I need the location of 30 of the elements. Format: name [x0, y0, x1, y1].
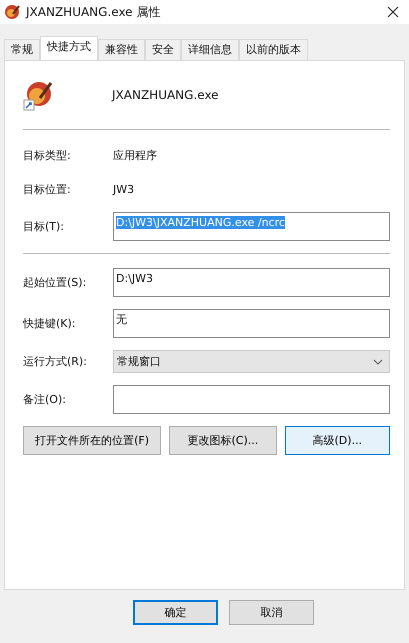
file-name: JXANZHUANG.exe: [112, 88, 219, 102]
action-button[interactable]: 打开文件所在的位置(F): [23, 426, 162, 455]
field-value: 应用程序: [113, 148, 157, 162]
input-field[interactable]: 无: [113, 309, 390, 338]
field-label: 目标类型:: [23, 148, 72, 162]
app-icon: [4, 4, 20, 20]
action-button[interactable]: 更改图标(C)...: [169, 426, 277, 455]
field-value: JW3: [113, 182, 134, 196]
chevron-icon: [373, 358, 383, 364]
tab[interactable]: 常规: [4, 39, 40, 60]
input-field[interactable]: D:\JW3: [113, 268, 390, 297]
dialog-button[interactable]: 确定: [133, 600, 218, 625]
input-field[interactable]: [113, 385, 390, 414]
tab[interactable]: 详细信息: [181, 39, 239, 60]
field-label: 快捷键(K):: [23, 316, 77, 331]
close-icon[interactable]: [387, 6, 399, 18]
action-button[interactable]: 高级(D)...: [284, 426, 390, 455]
tab[interactable]: 兼容性: [98, 39, 145, 60]
field-label: 目标位置:: [23, 182, 72, 196]
field-label: 目标(T):: [23, 219, 66, 234]
field-label: 起始位置(S):: [23, 275, 88, 290]
tab[interactable]: 安全: [145, 39, 181, 60]
dropdown[interactable]: 常规窗口: [113, 350, 390, 373]
field-label: 运行方式(R):: [23, 354, 88, 369]
tab[interactable]: 以前的版本: [239, 39, 308, 60]
dialog-button[interactable]: 取消: [229, 600, 314, 625]
field-label: 备注(O):: [23, 392, 67, 407]
app-icon: [23, 79, 55, 111]
tab[interactable]: 快捷方式: [40, 36, 98, 60]
window-title: JXANZHUANG.exe 属性: [26, 4, 160, 20]
